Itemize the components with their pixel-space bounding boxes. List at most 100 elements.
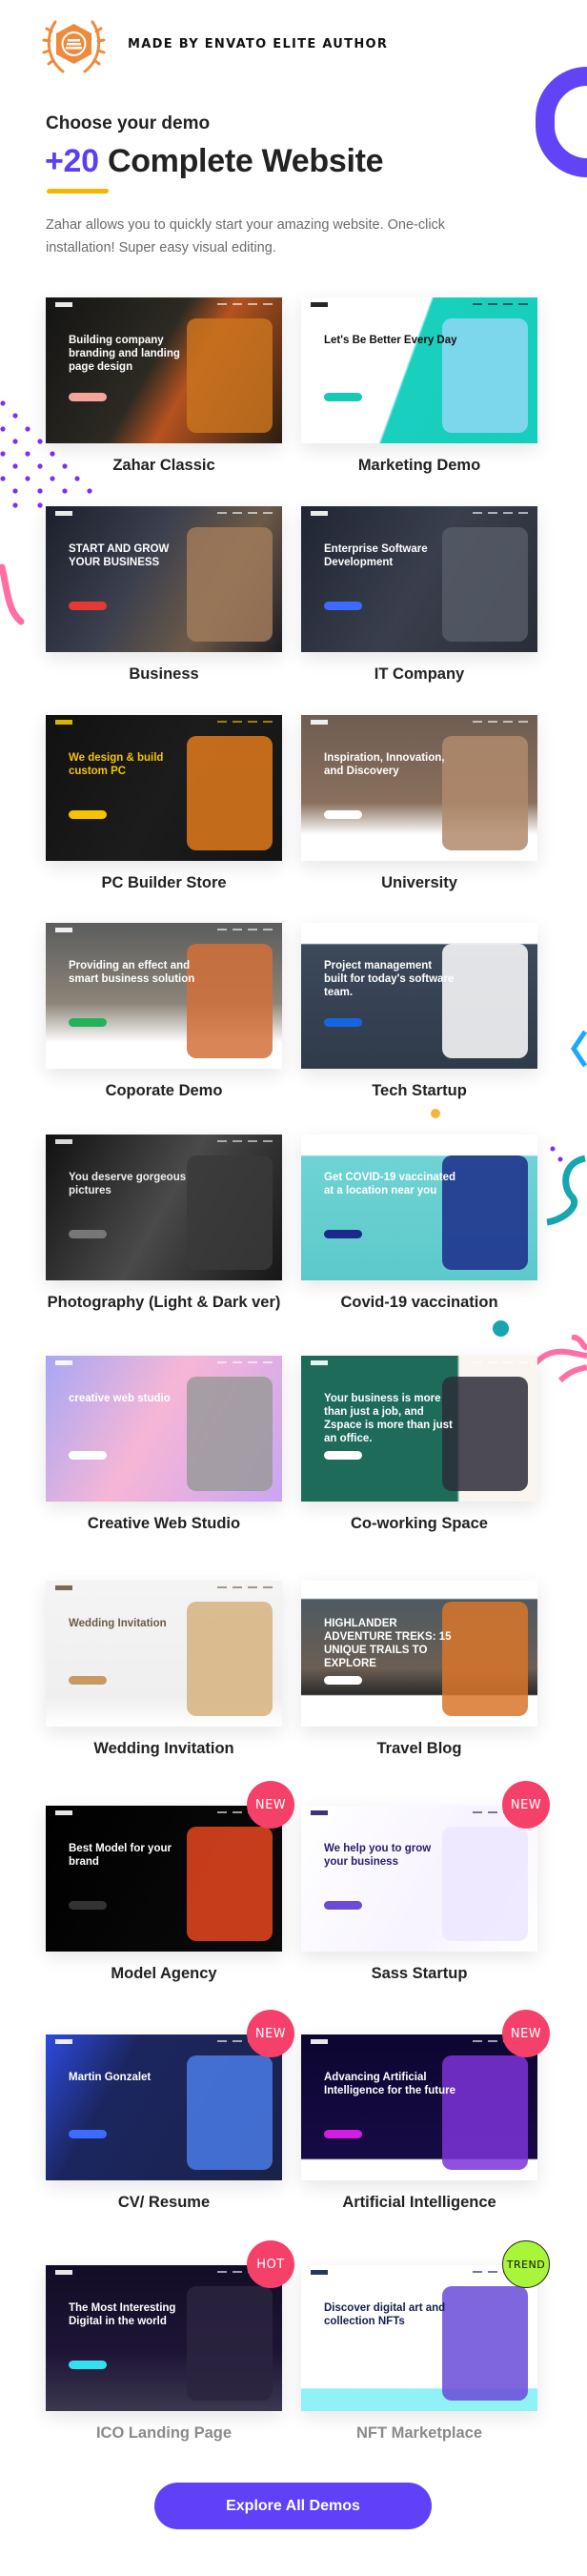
- explore-all-demos-button[interactable]: Explore All Demos: [154, 2483, 432, 2529]
- demo-label[interactable]: ICO Landing Page: [46, 2424, 282, 2443]
- demo-label[interactable]: Model Agency: [46, 1965, 282, 1983]
- decorative-teal-dot: [493, 1320, 509, 1337]
- thumbnail-headline: Providing an effect and smart business s…: [69, 960, 195, 985]
- thumbnail-nav: [301, 923, 537, 936]
- demo-count: +20: [45, 143, 99, 179]
- demo-label[interactable]: Wedding Invitation: [46, 1740, 282, 1758]
- demo-label[interactable]: Travel Blog: [301, 1740, 537, 1758]
- thumbnail-headline: Building company branding and landing pa…: [69, 335, 180, 373]
- thumbnail-headline: Project management built for today's sof…: [324, 960, 455, 998]
- thumbnail-button: [69, 2130, 107, 2138]
- thumbnail-button: [69, 1230, 107, 1238]
- demo-thumbnail[interactable]: Discover digital art and collection NFTs: [301, 2265, 537, 2411]
- demo-label[interactable]: Marketing Demo: [301, 457, 537, 475]
- demo-label[interactable]: Covid-19 vaccination: [301, 1294, 537, 1312]
- title-underline: [46, 189, 110, 194]
- demo-label[interactable]: Tech Startup: [301, 1082, 537, 1100]
- demo-label[interactable]: Sass Startup: [301, 1965, 537, 1983]
- thumbnail-headline: Get COVID-19 vaccinated at a location ne…: [324, 1172, 456, 1196]
- title-text: Complete Website: [107, 143, 384, 179]
- demo-thumbnail[interactable]: Enterprise Software Development: [301, 506, 537, 652]
- demo-label[interactable]: Artificial Intelligence: [301, 2194, 537, 2212]
- thumbnail-button: [324, 1018, 362, 1027]
- decorative-teal-curve: [546, 1146, 587, 1226]
- demo-thumbnail[interactable]: Advancing Artificial Intelligence for th…: [301, 2034, 537, 2180]
- decorative-cyan-chevron: [570, 1030, 587, 1068]
- thumbnail-nav: [46, 923, 282, 936]
- thumbnail-headline: Advancing Artificial Intelligence for th…: [324, 2072, 456, 2096]
- thumbnail-headline: creative web studio: [69, 1393, 171, 1404]
- demo-thumbnail[interactable]: We help you to grow your business: [301, 1806, 537, 1952]
- demo-thumbnail[interactable]: You deserve gorgeous pictures: [46, 1135, 282, 1280]
- thumbnail-button: [69, 1018, 107, 1027]
- thumbnail-button: [324, 2361, 362, 2369]
- thumbnail-headline: Let's Be Better Every Day: [324, 335, 457, 346]
- demo-thumbnail[interactable]: Providing an effect and smart business s…: [46, 923, 282, 1069]
- thumbnail-headline: Inspiration, Innovation, and Discovery: [324, 752, 445, 777]
- demo-label[interactable]: PC Builder Store: [46, 874, 282, 892]
- demo-label[interactable]: Business: [46, 665, 282, 684]
- thumbnail-headline: You deserve gorgeous pictures: [69, 1172, 187, 1196]
- demo-thumbnail[interactable]: Martin Gonzalet: [46, 2034, 282, 2180]
- demo-thumbnail[interactable]: HIGHLANDER ADVENTURE TREKS: 15 UNIQUE TR…: [301, 1581, 537, 1727]
- demo-label[interactable]: IT Company: [301, 665, 537, 684]
- demo-thumbnail[interactable]: Project management built for today's sof…: [301, 923, 537, 1069]
- thumbnail-nav: [301, 506, 537, 520]
- demo-thumbnail[interactable]: START AND GROW YOUR BUSINESS: [46, 506, 282, 652]
- demo-label[interactable]: University: [301, 874, 537, 892]
- thumbnail-nav: [46, 297, 282, 311]
- thumbnail-headline: Discover digital art and collection NFTs: [324, 2302, 446, 2327]
- demo-thumbnail[interactable]: We design & build custom PC: [46, 715, 282, 861]
- demo-label[interactable]: NFT Marketplace: [301, 2424, 537, 2443]
- demo-label[interactable]: Zahar Classic: [46, 457, 282, 475]
- thumbnail-headline: We design & build custom PC: [69, 752, 164, 777]
- new-badge: NEW: [502, 2010, 550, 2057]
- demo-thumbnail[interactable]: Building company branding and landing pa…: [46, 297, 282, 443]
- elite-author-badge-text: MADE BY ENVATO ELITE AUTHOR: [128, 37, 389, 51]
- new-badge: NEW: [502, 1781, 550, 1829]
- thumbnail-button: [69, 602, 107, 610]
- decorative-pink-waves: [534, 1335, 587, 1383]
- thumbnail-button: [69, 1451, 107, 1460]
- section-subtitle: Choose your demo: [46, 113, 211, 133]
- thumbnail-nav: [46, 1356, 282, 1369]
- thumbnail-button: [324, 393, 362, 401]
- thumbnail-button: [324, 2130, 362, 2138]
- new-badge: NEW: [247, 1781, 294, 1829]
- thumbnail-button: [69, 2361, 107, 2369]
- demo-thumbnail[interactable]: Best Model for your brand: [46, 1806, 282, 1952]
- thumbnail-nav: [301, 1581, 537, 1594]
- thumbnail-headline: The Most Interesting Digital in the worl…: [69, 2302, 176, 2327]
- demo-thumbnail[interactable]: Your business is more than just a job, a…: [301, 1356, 537, 1502]
- thumbnail-button: [69, 393, 107, 401]
- thumbnail-button: [324, 1451, 362, 1460]
- demo-thumbnail[interactable]: Wedding Invitation: [46, 1581, 282, 1727]
- demo-label[interactable]: Co-working Space: [301, 1515, 537, 1533]
- thumbnail-button: [69, 1676, 107, 1685]
- thumbnail-button: [324, 1676, 362, 1685]
- thumbnail-headline: Best Model for your brand: [69, 1843, 172, 1868]
- demo-thumbnail[interactable]: creative web studio: [46, 1356, 282, 1502]
- thumbnail-headline: HIGHLANDER ADVENTURE TREKS: 15 UNIQUE TR…: [324, 1618, 452, 1669]
- demo-label[interactable]: CV/ Resume: [46, 2194, 282, 2212]
- demo-thumbnail[interactable]: Get COVID-19 vaccinated at a location ne…: [301, 1135, 537, 1280]
- demo-thumbnail[interactable]: The Most Interesting Digital in the worl…: [46, 2265, 282, 2411]
- thumbnail-headline: Enterprise Software Development: [324, 543, 428, 568]
- demo-thumbnail[interactable]: Let's Be Better Every Day: [301, 297, 537, 443]
- thumbnail-nav: [301, 1356, 537, 1369]
- decorative-ring: [536, 67, 587, 177]
- intro-text: Zahar allows you to quickly start your a…: [46, 217, 446, 256]
- demo-label[interactable]: Creative Web Studio: [46, 1515, 282, 1533]
- demo-label[interactable]: Photography (Light & Dark ver): [46, 1294, 282, 1312]
- demo-label[interactable]: Coporate Demo: [46, 1082, 282, 1100]
- thumbnail-button: [69, 1901, 107, 1910]
- thumbnail-headline: We help you to grow your business: [324, 1843, 432, 1868]
- thumbnail-button: [324, 1230, 362, 1238]
- thumbnail-button: [324, 1901, 362, 1910]
- demo-thumbnail[interactable]: Inspiration, Innovation, and Discovery: [301, 715, 537, 861]
- thumbnail-button: [324, 602, 362, 610]
- thumbnail-button: [69, 810, 107, 819]
- decorative-yellow-dot: [431, 1109, 440, 1118]
- thumbnail-headline: START AND GROW YOUR BUSINESS: [69, 543, 170, 568]
- thumbnail-nav: [46, 1135, 282, 1148]
